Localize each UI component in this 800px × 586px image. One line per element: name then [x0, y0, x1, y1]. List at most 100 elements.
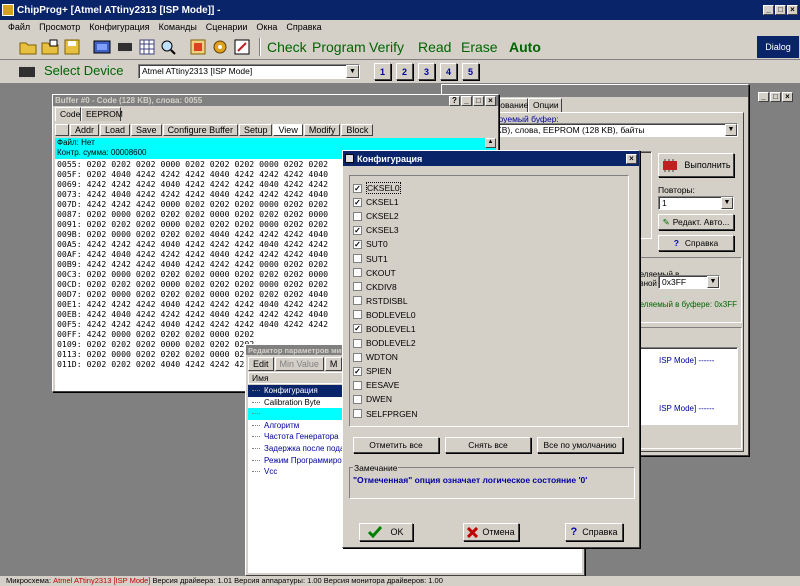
slot-button[interactable]: 1 [374, 63, 391, 80]
execute-button[interactable]: Выполнить [658, 153, 734, 177]
checkbox-empty-icon[interactable] [353, 394, 362, 404]
config-option[interactable]: SELFPRGEN [353, 407, 553, 421]
config-option[interactable]: SUT1 [353, 251, 553, 265]
checkbox-empty-icon[interactable] [353, 211, 362, 221]
open-icon[interactable] [18, 37, 38, 57]
params-button[interactable]: M [324, 357, 343, 371]
buffer-icon[interactable] [188, 37, 208, 57]
config-option[interactable]: ✓ CKSEL0 [353, 181, 553, 195]
menu-item[interactable]: Конфигурация [89, 22, 149, 32]
params-button[interactable]: Edit [248, 357, 274, 371]
checkbox-empty-icon[interactable] [353, 310, 362, 320]
edit-icon[interactable] [232, 37, 252, 57]
chevron-down-icon[interactable]: ▼ [721, 197, 733, 209]
panel-help-button[interactable]: ? Справка [658, 235, 734, 251]
checkbox-checked-icon[interactable]: ✓ [353, 197, 362, 207]
config-option[interactable]: ✓ BODLEVEL1 [353, 322, 553, 336]
params-button[interactable]: Min Value [274, 357, 324, 371]
open-project-icon[interactable] [40, 37, 60, 57]
checkbox-checked-icon[interactable]: ✓ [353, 324, 362, 334]
slot-button[interactable]: 5 [462, 63, 479, 80]
buffer-maximize-button[interactable]: □ [473, 95, 484, 106]
edit-auto-button[interactable]: ✎ Редакт. Авто... [658, 214, 734, 230]
menu-item[interactable]: Файл [8, 22, 30, 32]
buffer-button[interactable]: Save [131, 124, 162, 136]
magnifier-icon[interactable] [158, 37, 178, 57]
slot-button[interactable]: 3 [418, 63, 435, 80]
buffer-button[interactable]: Setup [238, 124, 273, 136]
check-button[interactable]: Check [267, 39, 307, 55]
checkbox-empty-icon[interactable] [353, 380, 362, 390]
config-option[interactable]: RSTDISBL [353, 294, 553, 308]
slot-button[interactable]: 2 [396, 63, 413, 80]
buffer-button[interactable]: Load [100, 124, 131, 136]
menu-item[interactable]: Окна [256, 22, 277, 32]
tab-code[interactable]: Code [55, 107, 81, 121]
checkbox-empty-icon[interactable] [353, 282, 362, 292]
close-button[interactable]: × [787, 5, 798, 15]
checkbox-empty-icon[interactable] [353, 352, 362, 362]
program-button[interactable]: Program [312, 39, 366, 55]
panel-maximize-button[interactable]: □ [770, 92, 781, 102]
config-option[interactable]: ✓ SPIEN [353, 364, 553, 378]
ok-button[interactable]: OK [359, 523, 413, 541]
config-option[interactable]: DWEN [353, 392, 553, 406]
checkbox-checked-icon[interactable]: ✓ [353, 225, 362, 235]
select-device-icon[interactable] [16, 62, 36, 82]
scroll-up-icon[interactable]: ▲ [485, 138, 496, 148]
erase-button[interactable]: Erase [461, 39, 498, 55]
device-combo[interactable]: Atmel ATtiny2313 [ISP Mode] ▼ [138, 64, 360, 79]
menu-item[interactable]: Сценарии [206, 22, 248, 32]
checkbox-checked-icon[interactable]: ✓ [353, 183, 362, 193]
split-combo[interactable]: 0x3FF ▼ [658, 275, 720, 289]
checkbox-empty-icon[interactable] [353, 254, 362, 264]
panel-close-button[interactable]: × [782, 92, 793, 102]
config-option[interactable]: CKOUT [353, 266, 553, 280]
checkbox-empty-icon[interactable] [353, 268, 362, 278]
tab-eeprom[interactable]: EEPROM [81, 107, 123, 121]
buffer-close-button[interactable]: × [485, 95, 496, 106]
checkbox-empty-icon[interactable] [353, 296, 362, 306]
buffer-button[interactable]: Block [341, 124, 374, 136]
grid-icon[interactable] [137, 37, 157, 57]
cancel-button[interactable]: Отмена [463, 523, 519, 541]
read-button[interactable]: Read [418, 39, 451, 55]
buffer-button[interactable]: Configure Buffer [162, 124, 238, 136]
clear-all-button[interactable]: Снять все [445, 437, 531, 453]
maximize-button[interactable]: □ [775, 5, 786, 15]
config-option[interactable]: CKDIV8 [353, 280, 553, 294]
buffer-button[interactable]: View [273, 124, 303, 136]
config-option[interactable]: ✓ SUT0 [353, 237, 553, 251]
tab-options[interactable]: Опции [528, 98, 562, 112]
settings-icon[interactable] [210, 37, 230, 57]
menu-item[interactable]: Просмотр [39, 22, 80, 32]
config-help-button[interactable]: ? Справка [565, 523, 623, 541]
auto-button[interactable]: Auto [509, 39, 541, 55]
chevron-down-icon[interactable]: ▼ [725, 124, 737, 136]
checkbox-checked-icon[interactable]: ✓ [353, 366, 362, 376]
config-option[interactable]: ✓ CKSEL3 [353, 223, 553, 237]
dialog-button[interactable]: Dialog [757, 36, 799, 58]
config-option[interactable]: BODLEVEL0 [353, 308, 553, 322]
menu-item[interactable]: Команды [159, 22, 197, 32]
mark-all-button[interactable]: Отметить все [353, 437, 439, 453]
device-icon[interactable] [92, 37, 112, 57]
chevron-down-icon[interactable]: ▼ [346, 65, 359, 78]
config-option[interactable]: BODLEVEL2 [353, 336, 553, 350]
op-list-scrollbar[interactable] [638, 151, 652, 239]
config-option[interactable]: EESAVE [353, 378, 553, 392]
select-device-button[interactable]: Select Device [44, 63, 123, 78]
buffer-button[interactable]: Modify [303, 124, 341, 136]
config-option[interactable]: WDTON [353, 350, 553, 364]
chevron-down-icon[interactable]: ▼ [707, 276, 719, 288]
buffer-help-button[interactable]: ? [449, 95, 460, 106]
buffer-minimize-button[interactable]: _ [461, 95, 472, 106]
slot-button[interactable]: 4 [440, 63, 457, 80]
menu-item[interactable]: Справка [286, 22, 321, 32]
default-all-button[interactable]: Все по умолчанию [537, 437, 623, 453]
config-option[interactable]: ✓ CKSEL1 [353, 195, 553, 209]
save-icon[interactable] [62, 37, 82, 57]
chip-icon[interactable] [115, 37, 135, 57]
verify-button[interactable]: Verify [369, 39, 404, 55]
repeats-combo[interactable]: 1 ▼ [658, 196, 734, 210]
